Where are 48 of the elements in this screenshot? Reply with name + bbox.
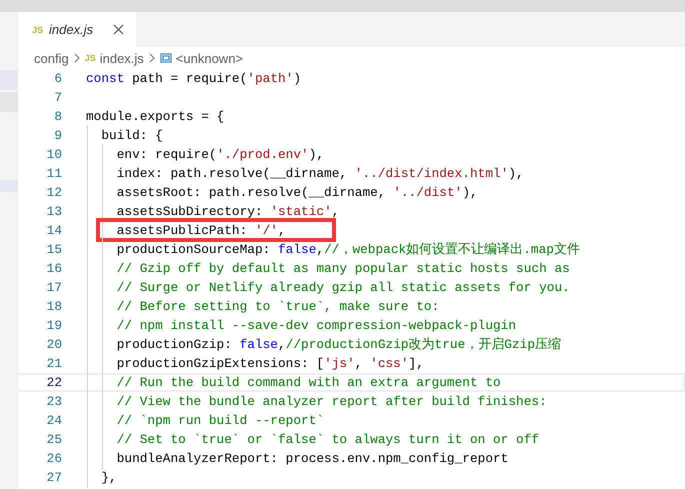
code-line: index: path.resolve(__dirname, '../dist/index.html'),: [86, 166, 524, 181]
line-number: 12: [46, 185, 62, 200]
line-number: 8: [53, 109, 62, 124]
code-line: // Before setting to `true`, make sure to:: [86, 299, 440, 314]
breadcrumb-item[interactable]: config: [34, 50, 69, 66]
line-number: 13: [46, 204, 62, 219]
editor-tab[interactable]: JS index.js: [18, 12, 136, 47]
line-number: 26: [46, 451, 62, 466]
line-number: 7: [53, 90, 62, 105]
line-number: 6: [53, 71, 62, 86]
code-line: // View the bundle analyzer report after build finishes:: [86, 394, 547, 409]
code-line: const path = require('path'): [86, 71, 302, 86]
code-line: // Run the build command with an extra argument to: [86, 375, 501, 390]
code-line: // `npm run build --report`: [86, 413, 324, 428]
code-line: module.exports = {: [86, 109, 224, 124]
code-line: assetsSubDirectory: 'static',: [86, 204, 340, 219]
js-file-icon: JS: [32, 24, 44, 34]
line-number: 27: [46, 470, 62, 485]
code-line: },: [86, 470, 117, 485]
line-number: 11: [46, 166, 62, 181]
line-number: 14: [46, 223, 62, 238]
line-number: 24: [46, 413, 62, 428]
code-line: build: {: [86, 128, 163, 143]
line-number: 17: [46, 280, 62, 295]
code-line: // Set to `true` or `false` to always turn it on or off: [86, 432, 540, 447]
line-number: 20: [46, 337, 62, 352]
code-line: // Surge or Netlify already gzip all static assets for you.: [86, 280, 570, 295]
line-number: 21: [46, 356, 62, 371]
line-number: 16: [46, 261, 62, 276]
line-number: 19: [46, 318, 62, 333]
line-number: 10: [46, 147, 62, 162]
line-number: 25: [46, 432, 62, 447]
chevron-right-icon: [148, 53, 156, 63]
line-number: 15: [46, 242, 62, 257]
breadcrumb-item[interactable]: <unknown>: [160, 50, 244, 66]
code-line: assetsRoot: path.resolve(__dirname, '../dist'),: [86, 185, 478, 200]
line-number: 18: [46, 299, 62, 314]
code-line: productionGzipExtensions: ['js', 'css'],: [86, 356, 424, 371]
close-button[interactable]: [111, 22, 126, 36]
code-line: env: require('./prod.env'),: [86, 147, 324, 162]
line-number: 22: [46, 375, 62, 390]
chevron-right-icon: [72, 53, 81, 63]
breadcrumb-item[interactable]: JS index.js: [84, 50, 144, 66]
code-line: // Gzip off by default as many popular static hosts such as: [86, 261, 570, 276]
line-number: 23: [46, 394, 62, 409]
code-line: bundleAnalyzerReport: process.env.npm_config_report: [86, 451, 508, 466]
tab-label: index.js: [49, 22, 94, 37]
line-number: 9: [53, 128, 62, 143]
